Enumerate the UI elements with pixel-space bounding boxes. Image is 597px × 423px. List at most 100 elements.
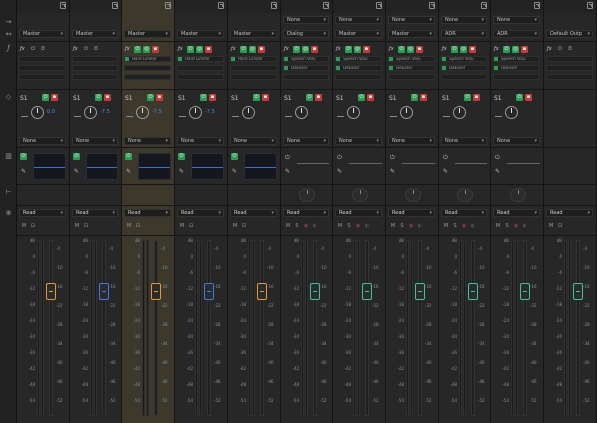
input-monitor-button[interactable]: ◐	[469, 223, 477, 229]
mute-button[interactable]: M	[73, 223, 81, 229]
solo-button[interactable]: ⊡	[82, 223, 90, 229]
effect-slot[interactable]	[441, 74, 487, 80]
effect-power-icon[interactable]	[494, 57, 498, 61]
send-volume-value[interactable]: -7.5	[152, 109, 162, 115]
eq-power-button[interactable]: ⏻	[178, 153, 185, 160]
effect-slot[interactable]: Speech Volu	[388, 56, 435, 62]
input-select[interactable]: None ▾	[493, 16, 540, 24]
eq-edit-icon[interactable]: ✎	[495, 168, 502, 175]
effect-slot[interactable]	[546, 65, 593, 71]
send-power-button[interactable]: ⏻	[95, 94, 102, 101]
send-volume-knob[interactable]	[295, 106, 308, 119]
output-select[interactable]: Dialog ▾	[283, 30, 329, 38]
send-destination-select[interactable]: None ▾	[230, 137, 277, 145]
send-destination-select[interactable]: None ▾	[124, 137, 171, 145]
send-power-button[interactable]: ⏻	[253, 94, 260, 101]
effect-slot[interactable]	[546, 56, 593, 62]
eq-edit-icon[interactable]: ✎	[390, 168, 397, 175]
eq-curve-graph[interactable]	[507, 153, 540, 180]
effect-slot[interactable]	[177, 74, 224, 80]
solo-button[interactable]: S	[451, 223, 459, 229]
eq-curve-graph[interactable]	[297, 153, 329, 180]
power-icon[interactable]: ⏻	[31, 46, 38, 53]
effect-slot[interactable]	[72, 56, 118, 62]
effect-power-icon[interactable]	[284, 57, 288, 61]
send-record-button[interactable]: ▪	[315, 94, 322, 101]
effect-slot[interactable]	[493, 74, 540, 80]
eq-power-icon[interactable]: ⏻	[495, 154, 502, 161]
eq-edit-icon[interactable]: ✎	[337, 168, 344, 175]
effect-slot[interactable]	[72, 65, 118, 71]
pan-knob[interactable]	[299, 188, 315, 202]
fx-record-button[interactable]: ▪	[311, 46, 318, 53]
volume-fader-handle[interactable]	[151, 283, 161, 300]
send-destination-select[interactable]: None ▾	[177, 137, 224, 145]
eq-curve-graph[interactable]	[349, 153, 382, 180]
automation-mode-select[interactable]: Read ▾	[283, 209, 329, 217]
eq-power-button[interactable]: ⏻	[125, 153, 132, 160]
volume-fader-handle[interactable]	[310, 283, 320, 300]
effect-slot[interactable]: Hard Limiter	[124, 56, 171, 62]
output-select[interactable]: ADR ▾	[493, 30, 540, 38]
mute-button[interactable]: M	[231, 223, 239, 229]
send-destination-select[interactable]: None ▾	[283, 137, 329, 145]
effect-power-icon[interactable]	[336, 57, 340, 61]
solo-button[interactable]: ⊡	[187, 223, 195, 229]
eq-curve-graph[interactable]	[244, 153, 277, 180]
send-record-button[interactable]: ▪	[525, 94, 532, 101]
mute-button[interactable]: M	[389, 223, 397, 229]
volume-fader-handle[interactable]	[46, 283, 56, 300]
output-select[interactable]: Master ▾	[124, 30, 171, 38]
send-destination-select[interactable]: None ▾	[441, 137, 487, 145]
mute-button[interactable]: M	[20, 223, 28, 229]
eq-edit-icon[interactable]: ✎	[232, 168, 239, 175]
fx-record-button[interactable]: ▪	[152, 46, 159, 53]
send-volume-knob[interactable]	[189, 106, 202, 119]
effect-slot[interactable]	[19, 65, 66, 71]
fx-record-button[interactable]: ▪	[416, 46, 423, 53]
volume-fader-handle[interactable]	[257, 283, 267, 300]
eq-curve-graph[interactable]	[138, 153, 171, 180]
send-destination-select[interactable]: None ▾	[72, 137, 118, 145]
fx-record-button[interactable]: ▪	[363, 46, 370, 53]
send-power-button[interactable]: ⏻	[147, 94, 154, 101]
eq-power-icon[interactable]: ⏻	[390, 154, 397, 161]
mute-button[interactable]: M	[284, 223, 292, 229]
effect-power-icon[interactable]	[125, 57, 129, 61]
effect-power-icon[interactable]	[231, 57, 235, 61]
fx-power-button[interactable]: ⏻	[240, 46, 247, 53]
fx-bypass-button[interactable]: ◎	[407, 46, 414, 53]
effect-slot[interactable]: DeEsser	[441, 65, 487, 71]
send-power-button[interactable]: ⏻	[516, 94, 523, 101]
input-monitor-button[interactable]: ◐	[521, 223, 529, 229]
volume-fader-handle[interactable]	[573, 283, 583, 300]
eq-power-icon[interactable]: ⏻	[285, 154, 292, 161]
send-destination-select[interactable]: None ▾	[388, 137, 435, 145]
send-record-button[interactable]: ▪	[209, 94, 216, 101]
send-volume-knob[interactable]	[400, 106, 413, 119]
mute-button[interactable]: M	[494, 223, 502, 229]
effect-slot[interactable]	[19, 56, 66, 62]
open-window-icon[interactable]	[534, 2, 540, 9]
send-power-button[interactable]: ⏻	[411, 94, 418, 101]
fx-bypass-button[interactable]: ◎	[460, 46, 467, 53]
eq-curve-graph[interactable]	[86, 153, 118, 180]
effect-power-icon[interactable]	[389, 57, 393, 61]
input-select[interactable]: None ▾	[283, 16, 329, 24]
eq-curve-graph[interactable]	[191, 153, 224, 180]
open-window-icon[interactable]	[323, 2, 329, 9]
mute-button[interactable]: M	[547, 223, 555, 229]
input-monitor-button[interactable]: ◐	[416, 223, 424, 229]
pan-knob[interactable]	[352, 188, 368, 202]
fx-bypass-button[interactable]: ◎	[249, 46, 256, 53]
automation-mode-select[interactable]: Read ▾	[19, 209, 66, 217]
effect-slot[interactable]	[124, 74, 171, 80]
send-record-button[interactable]: ▪	[156, 94, 163, 101]
effect-power-icon[interactable]	[442, 66, 446, 70]
output-select[interactable]: Master ▾	[72, 30, 118, 38]
mute-button[interactable]: M	[442, 223, 450, 229]
fx-bypass-button[interactable]: ◎	[143, 46, 150, 53]
record-arm-button[interactable]: ●	[407, 223, 415, 229]
solo-button[interactable]: S	[503, 223, 511, 229]
solo-button[interactable]: S	[293, 223, 301, 229]
